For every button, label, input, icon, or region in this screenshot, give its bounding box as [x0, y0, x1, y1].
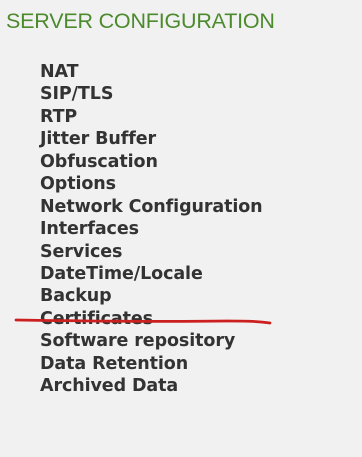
menu-item-jitter-buffer: Jitter Buffer — [40, 128, 263, 150]
menu-link-sip-tls[interactable]: SIP/TLS — [40, 83, 263, 105]
menu-link-backup[interactable]: Backup — [40, 285, 263, 307]
menu-item-data-retention: Data Retention — [40, 353, 263, 375]
menu-item-interfaces: Interfaces — [40, 218, 263, 240]
server-configuration-menu: NAT SIP/TLS RTP Jitter Buffer Obfuscatio… — [40, 61, 263, 398]
menu-item-services: Services — [40, 241, 263, 263]
menu-link-network-configuration[interactable]: Network Configuration — [40, 196, 263, 218]
menu-item-network-configuration: Network Configuration — [40, 196, 263, 218]
menu-link-nat[interactable]: NAT — [40, 61, 263, 83]
menu-link-obfuscation[interactable]: Obfuscation — [40, 151, 263, 173]
menu-link-data-retention[interactable]: Data Retention — [40, 353, 263, 375]
menu-item-archived-data: Archived Data — [40, 375, 263, 397]
menu-link-software-repository[interactable]: Software repository — [40, 330, 263, 352]
menu-item-options: Options — [40, 173, 263, 195]
menu-link-interfaces[interactable]: Interfaces — [40, 218, 263, 240]
menu-link-certificates[interactable]: Certificates — [40, 308, 263, 330]
menu-item-software-repository: Software repository — [40, 330, 263, 352]
menu-link-options[interactable]: Options — [40, 173, 263, 195]
server-configuration-panel: SERVER CONFIGURATION NAT SIP/TLS RTP Jit… — [0, 0, 362, 457]
menu-item-datetime-locale: DateTime/Locale — [40, 263, 263, 285]
menu-item-backup: Backup — [40, 285, 263, 307]
menu-item-obfuscation: Obfuscation — [40, 151, 263, 173]
menu-link-jitter-buffer[interactable]: Jitter Buffer — [40, 128, 263, 150]
menu-link-datetime-locale[interactable]: DateTime/Locale — [40, 263, 263, 285]
menu-item-nat: NAT — [40, 61, 263, 83]
menu-item-rtp: RTP — [40, 106, 263, 128]
menu-item-certificates: Certificates — [40, 308, 263, 330]
section-title: SERVER CONFIGURATION — [6, 9, 275, 33]
menu-item-sip-tls: SIP/TLS — [40, 83, 263, 105]
menu-link-rtp[interactable]: RTP — [40, 106, 263, 128]
menu-link-archived-data[interactable]: Archived Data — [40, 375, 263, 397]
menu-link-services[interactable]: Services — [40, 241, 263, 263]
